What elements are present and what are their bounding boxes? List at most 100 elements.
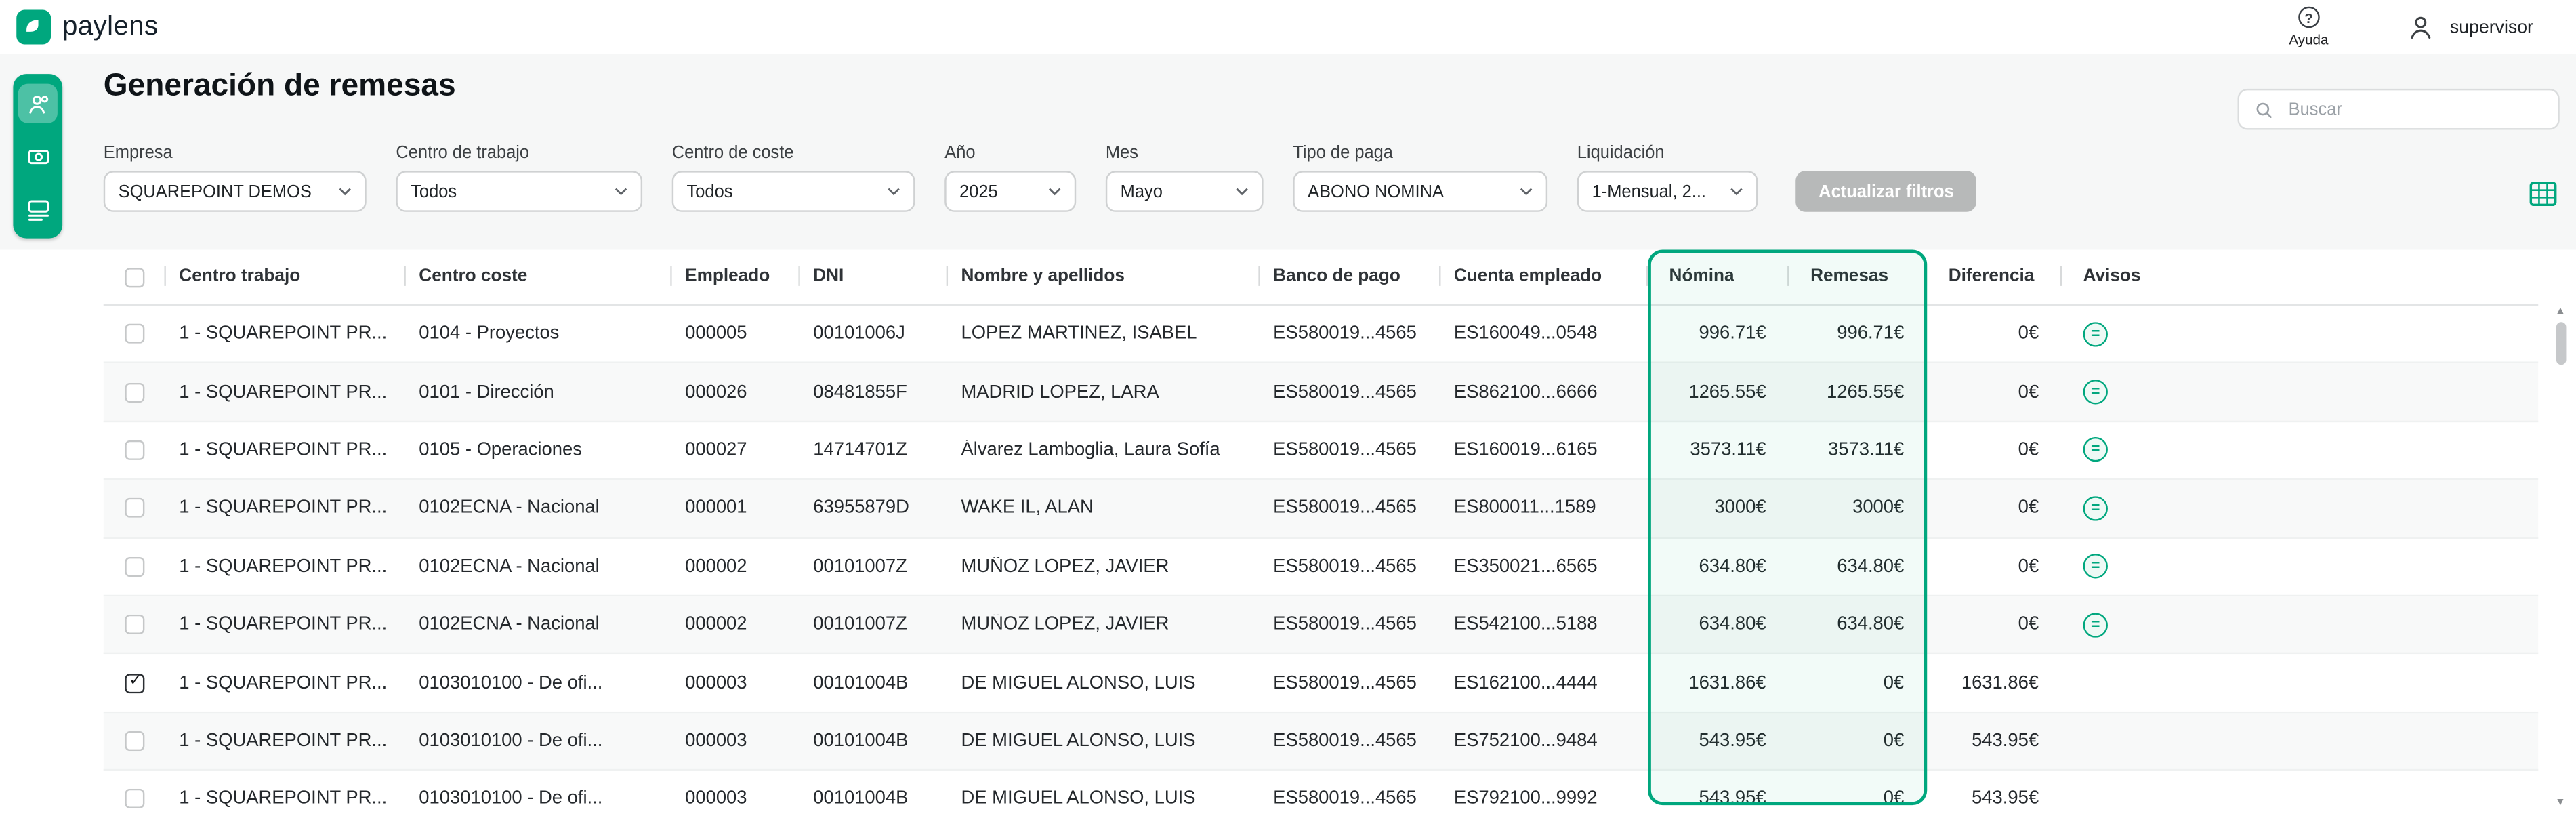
column-header-centro_coste[interactable]: Centro coste [406, 264, 672, 289]
cell-nombre: DE MIGUEL ALONSO, LUIS [948, 731, 1260, 751]
cell-dni: 00101004B [800, 790, 948, 809]
filter-label-centro-trabajo: Centro de trabajo [396, 143, 642, 163]
cell-remesas: 1265.55€ [1789, 382, 1928, 402]
money-transfer-icon [26, 197, 50, 221]
cell-centro_coste: 0103010100 - De ofi... [406, 673, 672, 693]
row-checkbox[interactable] [125, 615, 144, 634]
column-header-avisos[interactable]: Avisos [2062, 264, 2538, 289]
cell-banco: ES580019...4565 [1260, 499, 1441, 518]
search-input[interactable] [2285, 98, 2543, 121]
page-header-area: Generación de remesas EmpresaSQUAREPOINT… [0, 54, 2576, 250]
table-row: 1 - SQUAREPOINT PR...0101 - Dirección000… [104, 364, 2538, 422]
scroll-up-icon[interactable]: ▲ [2555, 306, 2566, 317]
column-header-centro_trabajo[interactable]: Centro trabajo [166, 264, 406, 289]
help-button[interactable]: ? Ayuda [2289, 7, 2328, 48]
filter-label-empresa: Empresa [104, 143, 367, 163]
sidebar-item-payroll[interactable] [18, 136, 58, 176]
row-checkbox[interactable] [125, 673, 144, 693]
cell-banco: ES580019...4565 [1260, 382, 1441, 402]
row-checkbox[interactable] [125, 324, 144, 344]
cell-dni: 63955879D [800, 499, 948, 518]
cell-centro_trabajo: 1 - SQUAREPOINT PR... [166, 731, 406, 751]
user-menu[interactable]: supervisor [2407, 13, 2533, 41]
row-checkbox[interactable] [125, 556, 144, 576]
vertical-scrollbar[interactable]: ▲ ▼ [2553, 306, 2568, 808]
cell-dni: 00101004B [800, 673, 948, 693]
excel-export-icon[interactable] [2525, 176, 2561, 211]
cell-centro_coste: 0103010100 - De ofi... [406, 731, 672, 751]
table-row: 1 - SQUAREPOINT PR...0105 - Operaciones0… [104, 422, 2538, 480]
scroll-down-icon[interactable]: ▼ [2555, 797, 2566, 808]
column-header-banco[interactable]: Banco de pago [1260, 264, 1441, 289]
column-header-cuenta[interactable]: Cuenta empleado [1440, 264, 1648, 289]
row-checkbox[interactable] [125, 440, 144, 460]
cell-cuenta: ES162100...4444 [1440, 673, 1648, 693]
table-row: 1 - SQUAREPOINT PR...0104 - Proyectos000… [104, 306, 2538, 364]
cell-nombre: DE MIGUEL ALONSO, LUIS [948, 673, 1260, 693]
filter-select-mes[interactable]: Mayo [1106, 171, 1264, 212]
cell-cuenta: ES542100...5188 [1440, 615, 1648, 634]
filter-select-empresa[interactable]: SQUAREPOINT DEMOS [104, 171, 367, 212]
row-checkbox[interactable] [125, 790, 144, 809]
cell-avisos: = [2062, 496, 2538, 520]
cell-centro_trabajo: 1 - SQUAREPOINT PR... [166, 499, 406, 518]
cell-diferencia: 0€ [1927, 382, 2062, 402]
row-checkbox-cell [104, 673, 166, 693]
cell-centro_coste: 0102ECNA - Nacional [406, 499, 672, 518]
row-checkbox-cell [104, 556, 166, 576]
update-filters-button[interactable]: Actualizar filtros [1795, 171, 1976, 212]
filter-select-liquidacion[interactable]: 1-Mensual, 2... [1577, 171, 1758, 212]
column-header-empleado[interactable]: Empleado [672, 264, 800, 289]
filter-select-ano[interactable]: 2025 [944, 171, 1076, 212]
app: paylens ? Ayuda supervisor [0, 0, 2576, 820]
cell-dni: 08481855F [800, 382, 948, 402]
row-checkbox[interactable] [125, 499, 144, 518]
cell-empleado: 000026 [672, 382, 800, 402]
cell-remesas: 996.71€ [1789, 324, 1928, 344]
equal-icon: = [2083, 613, 2108, 637]
filter-select-centro-coste[interactable]: Todos [672, 171, 915, 212]
cell-remesas: 0€ [1789, 673, 1928, 693]
cell-empleado: 000002 [672, 615, 800, 634]
column-header-diferencia[interactable]: Diferencia [1927, 264, 2062, 289]
row-checkbox[interactable] [125, 731, 144, 751]
cell-banco: ES580019...4565 [1260, 324, 1441, 344]
cell-avisos: = [2062, 438, 2538, 462]
cell-diferencia: 0€ [1927, 556, 2062, 576]
cell-nomina: 996.71€ [1648, 324, 1789, 344]
scrollbar-thumb[interactable] [2556, 322, 2566, 365]
sidebar-item-remittances[interactable] [18, 189, 58, 228]
cell-nombre: Álvarez Lamboglia, Laura Sofía [948, 440, 1260, 460]
row-checkbox-cell [104, 615, 166, 634]
table-area: Centro trabajoCentro costeEmpleadoDNINom… [0, 250, 2576, 820]
row-checkbox-cell [104, 499, 166, 518]
cell-cuenta: ES792100...9992 [1440, 790, 1648, 809]
cell-diferencia: 0€ [1927, 499, 2062, 518]
cell-nombre: MUÑOZ LOPEZ, JAVIER [948, 615, 1260, 634]
table-row: 1 - SQUAREPOINT PR...0103010100 - De ofi… [104, 771, 2538, 820]
column-header-remesas[interactable]: Remesas [1789, 264, 1928, 289]
table-row: 1 - SQUAREPOINT PR...0102ECNA - Nacional… [104, 480, 2538, 538]
column-header-dni[interactable]: DNI [800, 264, 948, 289]
cell-empleado: 000003 [672, 673, 800, 693]
sidebar-item-employees[interactable] [18, 84, 58, 123]
cell-nombre: MUÑOZ LOPEZ, JAVIER [948, 556, 1260, 576]
select-all-checkbox[interactable] [125, 267, 144, 287]
sidebar [13, 74, 62, 238]
table-row: 1 - SQUAREPOINT PR...0102ECNA - Nacional… [104, 596, 2538, 655]
cell-centro_trabajo: 1 - SQUAREPOINT PR... [166, 324, 406, 344]
user-name: supervisor [2450, 17, 2533, 37]
brand-logo[interactable]: paylens [16, 10, 158, 45]
filter-select-centro-trabajo[interactable]: Todos [396, 171, 642, 212]
remittance-table: Centro trabajoCentro costeEmpleadoDNINom… [104, 250, 2538, 820]
filter-select-tipo-de-paga[interactable]: ABONO NOMINA [1293, 171, 1547, 212]
column-header-nombre[interactable]: Nombre y apellidos [948, 264, 1260, 289]
cell-banco: ES580019...4565 [1260, 790, 1441, 809]
cell-cuenta: ES350021...6565 [1440, 556, 1648, 576]
topbar-right: ? Ayuda supervisor [2289, 7, 2576, 48]
cell-centro_trabajo: 1 - SQUAREPOINT PR... [166, 382, 406, 402]
filter-label-tipo-de-paga: Tipo de paga [1293, 143, 1547, 163]
cell-remesas: 3573.11€ [1789, 440, 1928, 460]
column-header-nomina[interactable]: Nómina [1648, 264, 1789, 289]
row-checkbox[interactable] [125, 382, 144, 402]
